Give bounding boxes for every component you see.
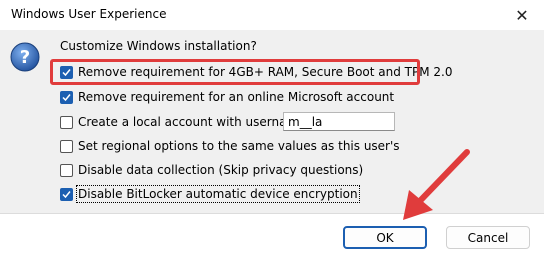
checkbox[interactable] xyxy=(60,65,73,79)
option-label: Disable BitLocker automatic device encry… xyxy=(76,185,360,203)
checkbox[interactable] xyxy=(60,139,73,153)
option-regional-settings[interactable]: Set regional options to the same values … xyxy=(60,137,400,155)
option-disable-data-collection[interactable]: Disable data collection (Skip privacy qu… xyxy=(60,161,363,179)
option-create-local-account[interactable]: Create a local account with username: xyxy=(60,113,310,131)
svg-text:?: ? xyxy=(20,47,30,68)
checkbox[interactable] xyxy=(60,187,73,201)
close-icon: ✕ xyxy=(515,5,529,25)
option-label: Create a local account with username: xyxy=(78,115,310,129)
check-icon xyxy=(62,190,71,198)
option-label: Disable data collection (Skip privacy qu… xyxy=(78,163,364,177)
checkbox[interactable] xyxy=(60,163,73,177)
ok-button[interactable]: OK xyxy=(343,226,427,249)
close-button[interactable]: ✕ xyxy=(500,0,544,30)
question-icon: ? xyxy=(10,42,40,72)
title-bar: Windows User Experience ✕ xyxy=(0,0,544,30)
option-label: Remove requirement for 4GB+ RAM, Secure … xyxy=(78,65,453,79)
window-title: Windows User Experience xyxy=(11,7,167,21)
option-disable-bitlocker[interactable]: Disable BitLocker automatic device encry… xyxy=(60,185,360,203)
option-remove-online-account[interactable]: Remove requirement for an online Microso… xyxy=(60,88,394,106)
cancel-button[interactable]: Cancel xyxy=(446,226,530,249)
check-icon xyxy=(62,93,71,101)
option-label: Remove requirement for an online Microso… xyxy=(78,90,395,104)
checkbox[interactable] xyxy=(60,115,73,129)
dialog-heading: Customize Windows installation? xyxy=(60,39,257,53)
check-icon xyxy=(62,68,71,76)
checkbox[interactable] xyxy=(60,90,73,104)
username-input[interactable] xyxy=(283,112,395,131)
dialog-footer: OK Cancel xyxy=(0,213,544,262)
option-remove-hw-requirements[interactable]: Remove requirement for 4GB+ RAM, Secure … xyxy=(60,63,452,81)
option-label: Set regional options to the same values … xyxy=(78,139,400,153)
